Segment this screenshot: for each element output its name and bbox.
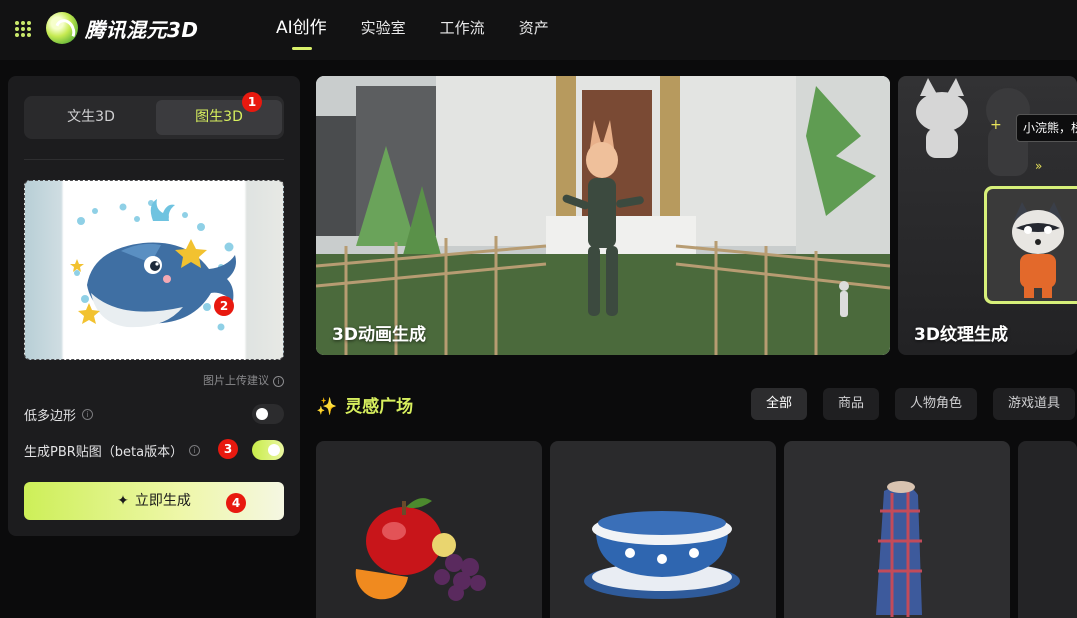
sparkle-icon: ✨: [316, 397, 338, 417]
inspiration-title: ✨ 灵感广场: [316, 392, 413, 417]
pbr-option: 生成PBR贴图（beta版本） i: [24, 439, 284, 461]
filter-products[interactable]: 商品: [823, 388, 880, 420]
step-marker-3: 3: [218, 439, 238, 459]
nav-workflow[interactable]: 工作流: [440, 0, 485, 60]
logo-text[interactable]: 腾讯混元3D: [85, 14, 199, 43]
gallery-card[interactable]: [316, 441, 542, 618]
low-poly-label: 低多边形: [24, 408, 77, 424]
low-poly-toggle[interactable]: [252, 404, 284, 424]
banner-3d-animation[interactable]: 3D动画生成: [316, 76, 890, 355]
image-upload-area[interactable]: [24, 180, 284, 360]
main-nav: AI创作 实验室 工作流 资产: [276, 0, 583, 60]
animation-scene-image: [316, 76, 890, 355]
nav-lab[interactable]: 实验室: [361, 0, 406, 60]
prompt-preview: 小浣熊，桥: [1016, 114, 1077, 142]
filter-game-props[interactable]: 游戏道具: [993, 388, 1076, 420]
info-icon[interactable]: i: [189, 444, 201, 456]
tab-text-to-3d[interactable]: 文生3D: [28, 100, 154, 135]
gallery-card[interactable]: [784, 441, 1010, 618]
gallery-card[interactable]: [550, 441, 776, 618]
svg-text:+: +: [990, 117, 1002, 133]
pbr-label: 生成PBR贴图（beta版本）: [24, 444, 184, 460]
whale-image: [70, 199, 236, 331]
nav-assets[interactable]: 资产: [519, 0, 549, 60]
pbr-toggle[interactable]: [252, 440, 284, 460]
upload-tip-label: 图片上传建议: [203, 374, 269, 387]
low-poly-option: 低多边形 i: [24, 403, 284, 425]
toggle-knob: [256, 408, 268, 420]
step-marker-4: 4: [226, 493, 246, 513]
top-bar: 腾讯混元3D AI创作 实验室 工作流 资产: [0, 0, 1077, 60]
generate-label: 立即生成: [134, 493, 191, 509]
banner-title: 3D纹理生成: [914, 325, 1008, 345]
app-grid-icon[interactable]: [15, 21, 31, 37]
filter-all[interactable]: 全部: [751, 388, 808, 420]
tab-image-to-3d[interactable]: 图生3D: [156, 100, 282, 135]
hunyuan-logo-icon: [46, 12, 78, 44]
banner-3d-texture[interactable]: + » 小浣熊，桥 3D纹理生成: [898, 76, 1077, 355]
info-icon: i: [273, 376, 284, 387]
inspiration-label: 灵感广场: [345, 397, 414, 417]
step-marker-1: 1: [242, 92, 262, 112]
pillow-model-image: [876, 481, 922, 617]
sparkle-icon: ✦: [117, 493, 129, 509]
step-marker-2: 2: [214, 296, 234, 316]
upload-tips[interactable]: 图片上传建议 i: [203, 372, 284, 388]
banner-title: 3D动画生成: [332, 325, 426, 345]
filter-characters[interactable]: 人物角色: [895, 388, 978, 420]
bowl-model-image: [584, 511, 740, 599]
divider: [24, 159, 284, 160]
nav-ai-create[interactable]: AI创作: [276, 0, 327, 60]
fruit-model-image: [355, 498, 486, 601]
toggle-knob: [268, 444, 280, 456]
filter-chips: 全部 商品 人物角色 游戏道具: [751, 388, 1076, 420]
create-panel: 文生3D 图生3D 1 2 图片上传建议 i 低多边形 i 生成PBR贴图（be…: [8, 76, 300, 536]
info-icon[interactable]: i: [82, 408, 94, 420]
gallery-card[interactable]: [1018, 441, 1077, 618]
svg-text:»: »: [1035, 159, 1042, 173]
